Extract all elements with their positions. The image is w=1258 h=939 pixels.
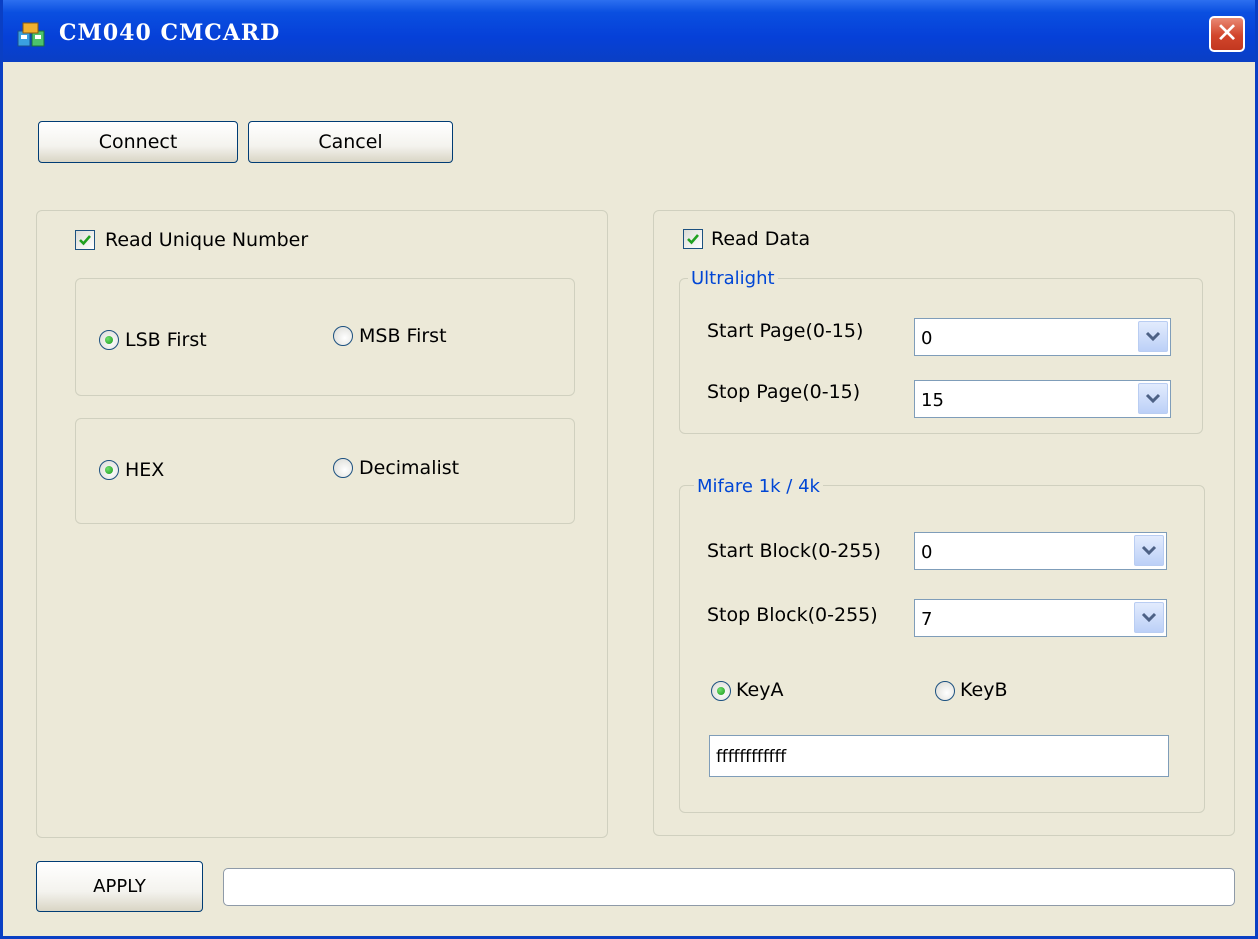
hex-label: HEX	[125, 459, 165, 481]
title-bar[interactable]: CM040 CMCARD ✕	[3, 0, 1255, 62]
app-window: CM040 CMCARD ✕ Connect Cancel Read Uniqu…	[0, 0, 1258, 939]
stop-page-label: Stop Page(0-15)	[707, 381, 861, 403]
apply-button[interactable]: APPLY	[36, 861, 203, 912]
read-data-checkbox[interactable]	[683, 229, 703, 249]
checkmark-icon	[79, 235, 91, 246]
lsb-first-radio[interactable]	[99, 330, 119, 350]
key-input-value: ffffffffffff	[716, 747, 787, 767]
mifare-legend: Mifare 1k / 4k	[694, 476, 823, 497]
start-block-select[interactable]: 0	[914, 532, 1167, 570]
start-page-label: Start Page(0-15)	[707, 320, 864, 342]
stop-page-value: 15	[921, 390, 944, 411]
start-page-value: 0	[921, 328, 933, 349]
hex-radio[interactable]	[99, 460, 119, 480]
card-reader-icon	[17, 22, 47, 48]
read-unique-number-label: Read Unique Number	[105, 229, 309, 251]
chevron-down-icon[interactable]	[1138, 321, 1168, 352]
stop-block-value: 7	[921, 609, 933, 630]
start-block-value: 0	[921, 542, 933, 563]
keyb-label: KeyB	[960, 679, 1008, 701]
stop-block-label: Stop Block(0-255)	[707, 604, 878, 626]
keya-label: KeyA	[736, 679, 784, 701]
close-button[interactable]: ✕	[1209, 16, 1245, 52]
decimalist-radio[interactable]	[333, 458, 353, 478]
checkmark-icon	[687, 234, 699, 245]
start-page-select[interactable]: 0	[914, 318, 1171, 356]
msb-first-label: MSB First	[359, 325, 447, 347]
keya-radio[interactable]	[711, 681, 731, 701]
stop-block-select[interactable]: 7	[914, 599, 1167, 637]
read-unique-number-checkbox[interactable]	[75, 230, 95, 250]
chevron-down-icon[interactable]	[1138, 383, 1168, 414]
chevron-down-icon[interactable]	[1134, 602, 1164, 633]
msb-first-radio[interactable]	[333, 326, 353, 346]
start-block-label: Start Block(0-255)	[707, 540, 881, 562]
status-field	[223, 868, 1235, 906]
close-icon: ✕	[1215, 18, 1239, 49]
connect-button[interactable]: Connect	[38, 121, 238, 163]
cancel-button[interactable]: Cancel	[248, 121, 453, 163]
window-title: CM040 CMCARD	[59, 20, 281, 46]
key-input[interactable]: ffffffffffff	[709, 735, 1169, 777]
keyb-radio[interactable]	[935, 681, 955, 701]
read-data-label: Read Data	[711, 228, 811, 250]
decimalist-label: Decimalist	[359, 457, 460, 479]
stop-page-select[interactable]: 15	[914, 380, 1171, 418]
chevron-down-icon[interactable]	[1134, 535, 1164, 566]
lsb-first-label: LSB First	[125, 329, 207, 351]
ultralight-legend: Ultralight	[688, 268, 778, 289]
